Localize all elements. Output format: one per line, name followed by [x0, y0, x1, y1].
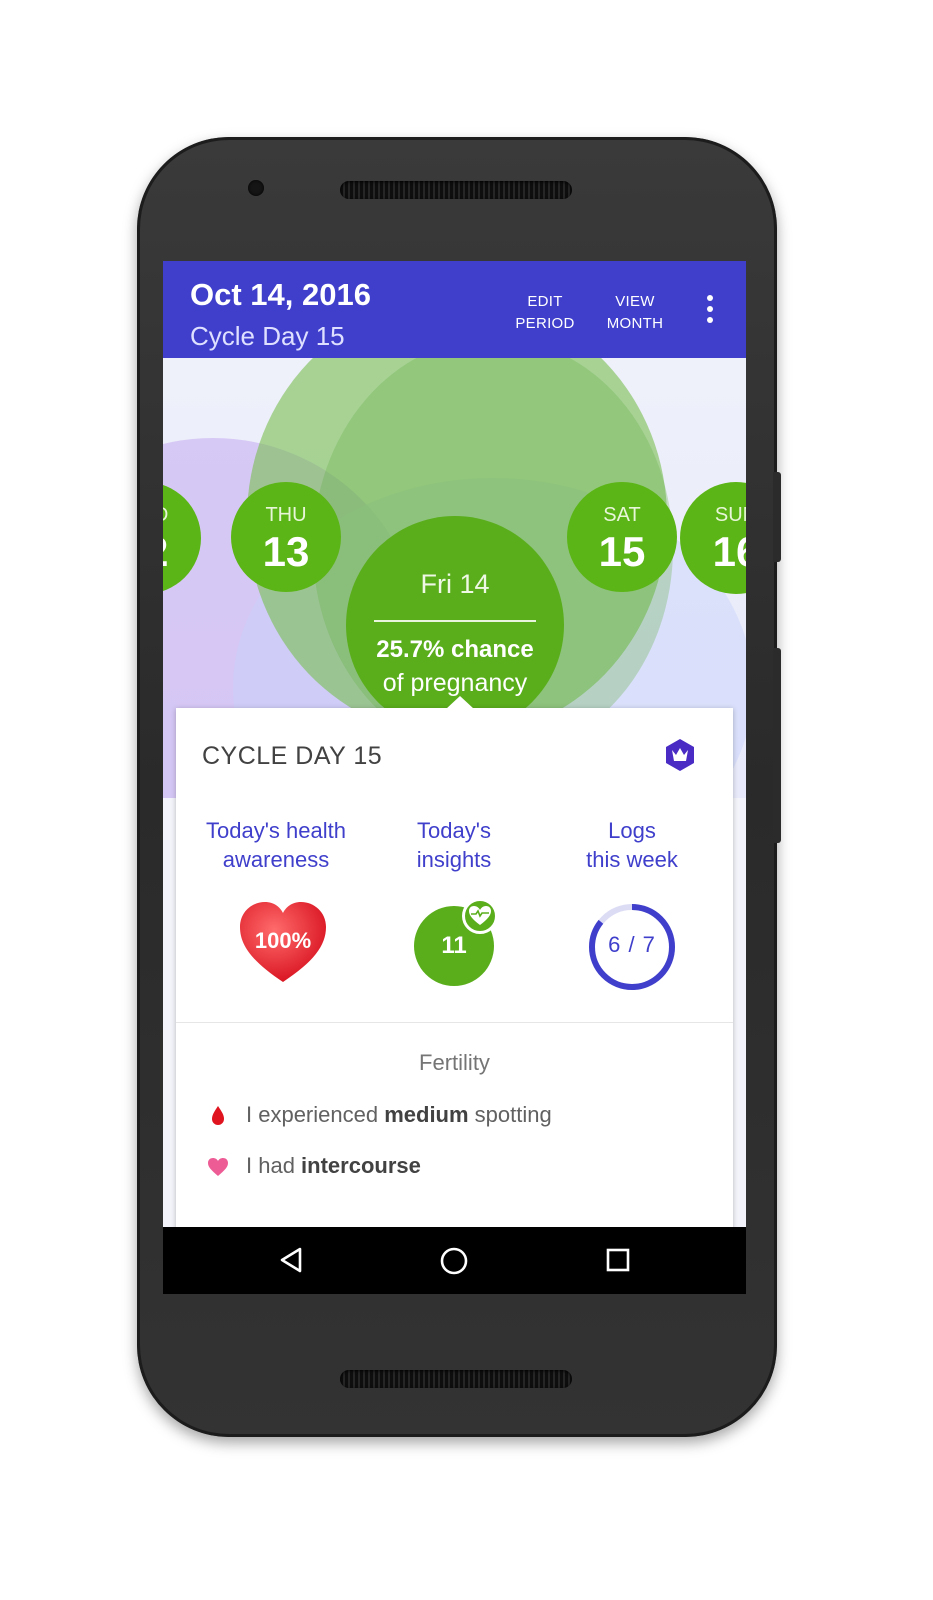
day-name: SUN — [714, 504, 746, 526]
log-spotting[interactable]: I experienced medium spotting — [206, 1102, 552, 1128]
day-sat[interactable]: SAT 15 — [567, 482, 677, 592]
view-month-label-2: MONTH — [606, 315, 664, 332]
weekly-logs-value: 6 / 7 — [608, 932, 656, 957]
front-camera — [248, 180, 264, 196]
day-name: WED — [163, 504, 201, 527]
pregnancy-chance: 25.7% chance — [376, 636, 534, 663]
weekly-logs-metric[interactable]: Logs this week 6 / 7 — [544, 816, 720, 990]
section-heading: Fertility — [419, 1050, 490, 1075]
day-number: 16 — [712, 528, 746, 575]
insights-badge: 11 — [414, 898, 498, 986]
selected-day-label: Fri 14 — [420, 569, 490, 599]
selected-day-divider — [374, 620, 536, 622]
card-divider — [176, 1022, 733, 1023]
view-month-label-1: VIEW — [615, 293, 655, 310]
view-month-button[interactable]: VIEW MONTH — [599, 291, 671, 335]
power-button — [773, 472, 781, 562]
back-icon[interactable] — [277, 1246, 305, 1274]
pregnancy-chance-suffix: of pregnancy — [382, 669, 528, 697]
volume-button — [773, 648, 781, 843]
top-speaker — [340, 181, 572, 199]
cycle-day-subtitle: Cycle Day 15 — [190, 321, 345, 351]
heartbeat-icon — [462, 898, 498, 934]
bottom-speaker — [340, 1370, 572, 1388]
heart-icon: 100% — [238, 900, 328, 986]
card-title: CYCLE DAY 15 — [202, 742, 383, 770]
health-awareness-metric[interactable]: Today's health awareness 100% — [188, 816, 364, 982]
home-icon[interactable] — [439, 1246, 469, 1276]
day-name: SAT — [603, 504, 641, 526]
insights-metric[interactable]: Today's insights 11 — [366, 816, 542, 986]
recents-icon[interactable] — [606, 1248, 630, 1272]
heart-icon — [208, 1158, 228, 1177]
blood-drop-icon — [212, 1106, 224, 1126]
insights-label: Today's insights — [416, 818, 492, 872]
day-number: 13 — [262, 528, 310, 575]
card-pointer — [446, 696, 474, 709]
android-nav-bar — [163, 1227, 746, 1294]
day-number: 12 — [163, 528, 201, 576]
weekly-logs-label: Logs this week — [586, 818, 678, 872]
app-screen: Oct 14, 2016 Cycle Day 15 EDIT PERIOD VI… — [163, 261, 746, 1294]
edit-period-label-1: EDIT — [527, 293, 563, 310]
health-awareness-value: 100% — [254, 928, 312, 953]
app-bar: Oct 14, 2016 Cycle Day 15 EDIT PERIOD VI… — [163, 261, 746, 358]
day-number: 15 — [598, 528, 646, 575]
current-date: Oct 14, 2016 — [190, 277, 371, 312]
day-name: THU — [265, 504, 307, 526]
weekly-logs-progress-ring: 6 / 7 — [587, 902, 677, 992]
edit-period-label-2: PERIOD — [515, 315, 575, 332]
cycle-day-card: CYCLE DAY 15 Today's health awareness 10… — [176, 696, 733, 1294]
log-intercourse[interactable]: I had intercourse — [206, 1153, 421, 1179]
insights-count: 11 — [441, 932, 467, 959]
edit-period-button[interactable]: EDIT PERIOD — [509, 291, 581, 335]
day-thu[interactable]: THU 13 — [231, 482, 341, 592]
health-awareness-label: Today's health awareness — [206, 818, 346, 872]
more-vert-icon[interactable] — [703, 295, 717, 327]
crown-icon[interactable] — [664, 738, 696, 772]
